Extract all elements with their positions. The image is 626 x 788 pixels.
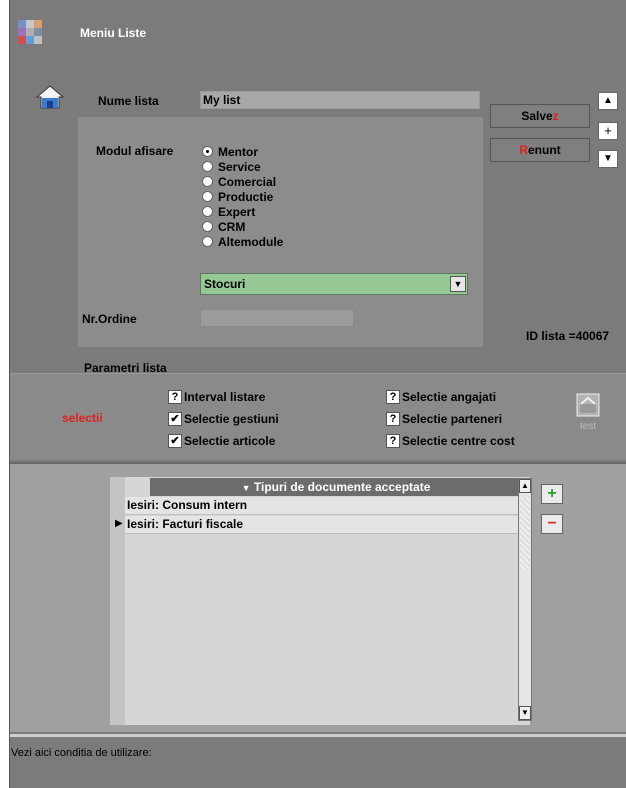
- grid-scrollbar[interactable]: ▲ ▼: [518, 478, 532, 721]
- move-down-button[interactable]: ▼: [598, 150, 618, 168]
- test-icon: [576, 393, 600, 417]
- table-row[interactable]: Iesiri: Consum intern: [125, 497, 522, 515]
- status-bar: Vezi aici conditia de utilizare:: [10, 734, 626, 788]
- order-input[interactable]: [200, 309, 354, 327]
- add-row-button[interactable]: +: [541, 484, 563, 504]
- scrollbar-track[interactable]: [520, 497, 530, 569]
- remove-row-button[interactable]: −: [541, 514, 563, 534]
- chevron-down-icon[interactable]: ▼: [450, 276, 466, 292]
- save-button[interactable]: Salvez: [490, 104, 590, 128]
- radio-dot-icon: [202, 191, 213, 202]
- module-label: Modul afisare: [96, 144, 174, 158]
- usage-condition-text: Vezi aici conditia de utilizare:: [11, 747, 152, 759]
- checkbox-selectie-parteneri[interactable]: ? Selectie parteneri: [386, 408, 515, 430]
- right-options: ? Selectie angajati ? Selectie parteneri ?…: [386, 386, 515, 452]
- scroll-down-icon[interactable]: ▼: [519, 706, 531, 720]
- row-indicator-column: [110, 477, 125, 725]
- test-label: test: [579, 421, 597, 432]
- sort-down-icon: ▼: [241, 483, 251, 493]
- checkbox-interval-listare[interactable]: ? Interval listare: [168, 386, 279, 408]
- submodule-dropdown[interactable]: Stocuri ▼: [200, 273, 468, 295]
- radio-expert[interactable]: Expert: [202, 204, 283, 219]
- app-logo-icon: [18, 20, 42, 44]
- checkbox-selectie-gestiuni[interactable]: ✔ Selectie gestiuni: [168, 408, 279, 430]
- current-row-marker-icon: ▶: [115, 518, 123, 529]
- radio-dot-icon: [202, 221, 213, 232]
- checkbox-selectie-centre-cost[interactable]: ? Selectie centre cost: [386, 430, 515, 452]
- radio-dot-icon: [202, 236, 213, 247]
- move-up-button[interactable]: ▲: [598, 92, 618, 110]
- window-title: Meniu Liste: [80, 26, 147, 40]
- checkbox-selectie-articole[interactable]: ✔ Selectie articole: [168, 430, 279, 452]
- radio-comercial[interactable]: Comercial: [202, 174, 283, 189]
- left-options: ? Interval listare ✔ Selectie gestiuni ✔ Se…: [168, 386, 279, 452]
- list-name-input[interactable]: My list: [200, 91, 480, 109]
- home-icon[interactable]: [35, 84, 65, 113]
- radio-dot-icon: [202, 161, 213, 172]
- order-label: Nr.Ordine: [82, 312, 137, 326]
- test-button[interactable]: test: [571, 390, 605, 446]
- module-radio-group: Mentor Service Comercial Productie Exper…: [202, 144, 283, 249]
- radio-dot-icon: [202, 206, 213, 217]
- radio-service[interactable]: Service: [202, 159, 283, 174]
- cancel-button[interactable]: Renunt: [490, 138, 590, 162]
- add-button[interactable]: +: [598, 122, 618, 140]
- selection-label: selectii: [62, 411, 103, 425]
- submodule-value: Stocuri: [204, 277, 246, 291]
- grid-header[interactable]: ▼ Tipuri de documente acceptate: [150, 478, 522, 496]
- table-row[interactable]: Iesiri: Facturi fiscale: [125, 516, 522, 534]
- radio-altemodule[interactable]: Altemodule: [202, 234, 283, 249]
- checkbox-selectie-angajati[interactable]: ? Selectie angajati: [386, 386, 515, 408]
- radio-dot-icon: [202, 146, 213, 157]
- radio-mentor[interactable]: Mentor: [202, 144, 283, 159]
- radio-crm[interactable]: CRM: [202, 219, 283, 234]
- radio-dot-icon: [202, 176, 213, 187]
- name-label: Nume lista: [98, 94, 159, 108]
- list-id-label: ID lista =40067: [526, 329, 610, 343]
- scroll-up-icon[interactable]: ▲: [519, 479, 531, 493]
- main-window: Meniu Liste Nume lista My list Modul afi…: [9, 0, 626, 788]
- radio-productie[interactable]: Productie: [202, 189, 283, 204]
